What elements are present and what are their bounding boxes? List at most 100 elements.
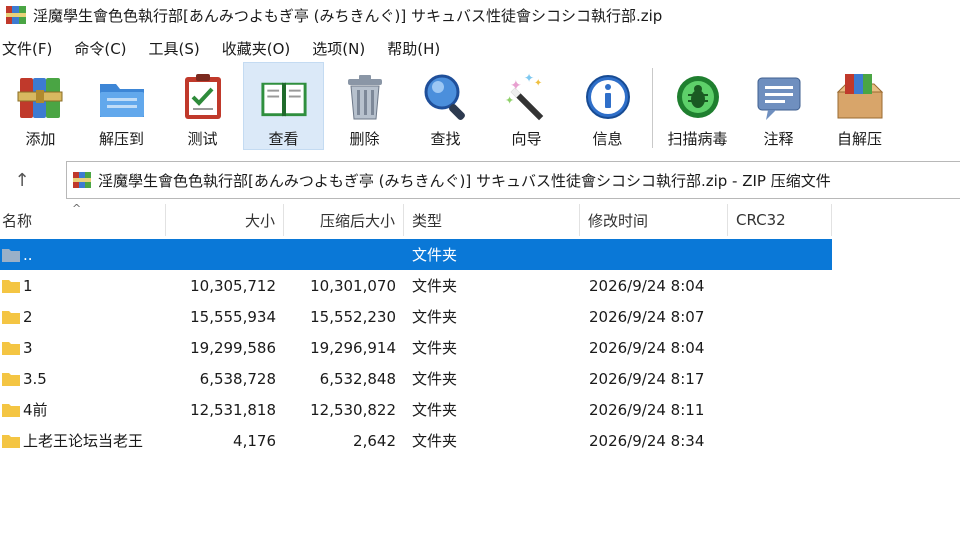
- column-header-type[interactable]: 类型: [404, 204, 580, 236]
- column-name-label: 名称: [2, 211, 33, 230]
- add-button[interactable]: 添加: [0, 62, 81, 150]
- column-header-size[interactable]: 大小: [166, 204, 284, 236]
- comment-button[interactable]: 注释: [738, 62, 819, 150]
- column-crc-label: CRC32: [736, 211, 786, 229]
- row-name: 上老王论坛当老王: [23, 432, 144, 450]
- menu-options[interactable]: 选项(N): [312, 38, 374, 59]
- delete-button[interactable]: 删除: [324, 62, 405, 150]
- folder-icon: [2, 311, 20, 324]
- extract-to-label: 解压到: [98, 130, 144, 148]
- row-name: ..: [23, 245, 33, 264]
- column-header-crc[interactable]: CRC32: [728, 204, 832, 236]
- extract-to-button[interactable]: 解压到: [81, 62, 162, 150]
- row-name: 2: [23, 307, 33, 326]
- column-packed-label: 压缩后大小: [319, 211, 395, 230]
- file-list: 名称 ^ 大小 压缩后大小 类型 修改时间 CRC32 .. 文件夹 1 10,…: [0, 202, 960, 554]
- folder-icon: [2, 249, 20, 262]
- row-modified: 2026/9/24 8:34: [589, 431, 705, 450]
- svg-text:✦: ✦: [510, 78, 522, 94]
- row-packed: 10,301,070: [310, 276, 396, 295]
- folder-extract-icon: [99, 84, 144, 117]
- row-size: 10,305,712: [190, 276, 276, 295]
- row-type: 文件夹: [412, 308, 458, 326]
- delete-label: 删除: [349, 130, 380, 148]
- menu-help[interactable]: 帮助(H): [387, 38, 449, 59]
- scan-virus-button[interactable]: 扫描病毒: [657, 62, 738, 150]
- row-type: 文件夹: [412, 246, 458, 264]
- arrow-up-icon: ↑: [14, 169, 30, 191]
- folder-icon: [2, 280, 20, 293]
- window-title: 淫魔學生會色色執行部[あんみつよもぎ亭 (みちきんぐ)] サキュバス性徒會シコシ…: [33, 6, 663, 25]
- sort-ascending-icon: ^: [72, 202, 82, 215]
- clipboard-check-icon: [184, 74, 221, 119]
- address-bar: ↑ 淫魔學生會色色執行部[あんみつよもぎ亭 (みちきんぐ)] サキュバス性徒會シ…: [0, 160, 960, 200]
- row-size: 19,299,586: [190, 338, 276, 357]
- magnifier-icon: [424, 74, 465, 120]
- row-packed: 6,532,848: [319, 369, 396, 388]
- svg-text:✦: ✦: [534, 78, 542, 89]
- row-type: 文件夹: [412, 277, 458, 295]
- row-packed: 12,530,822: [310, 400, 396, 419]
- column-header-modified[interactable]: 修改时间: [580, 204, 728, 236]
- row-type: 文件夹: [412, 432, 458, 450]
- wizard-label: 向导: [511, 130, 542, 148]
- row-name: 3.5: [23, 369, 47, 388]
- table-row-parent[interactable]: .. 文件夹: [0, 239, 832, 270]
- trash-can-icon: [347, 75, 382, 120]
- menu-favorites[interactable]: 收藏夹(O): [222, 38, 300, 59]
- info-icon: [585, 75, 630, 119]
- row-size: 4,176: [233, 431, 276, 450]
- row-size: 12,531,818: [190, 400, 276, 419]
- row-packed: 2,642: [353, 431, 396, 450]
- add-label: 添加: [25, 130, 56, 148]
- table-row[interactable]: 4前 12,531,818 12,530,822 文件夹 2026/9/24 8…: [0, 394, 960, 425]
- comment-note-icon: [757, 77, 800, 120]
- menu-file[interactable]: 文件(F): [2, 38, 61, 59]
- row-modified: 2026/9/24 8:17: [589, 369, 705, 388]
- svg-text:✦: ✦: [524, 71, 534, 85]
- row-type: 文件夹: [412, 339, 458, 357]
- menu-tools[interactable]: 工具(S): [149, 38, 209, 59]
- row-size: 15,555,934: [190, 307, 276, 326]
- row-modified: 2026/9/24 8:04: [589, 276, 705, 295]
- wizard-button[interactable]: ✦ ✦ ✦ ✦ 向导: [486, 62, 567, 150]
- row-modified: 2026/9/24 8:04: [589, 338, 705, 357]
- column-header-packed[interactable]: 压缩后大小: [284, 204, 404, 236]
- title-bar: 淫魔學生會色色執行部[あんみつよもぎ亭 (みちきんぐ)] サキュバス性徒會シコシ…: [0, 0, 960, 30]
- path-text: 淫魔學生會色色執行部[あんみつよもぎ亭 (みちきんぐ)] サキュバス性徒會シコシ…: [98, 171, 831, 190]
- folder-icon: [2, 435, 20, 448]
- comment-label: 注释: [763, 130, 794, 148]
- menu-bar: 文件(F) 命令(C) 工具(S) 收藏夹(O) 选项(N) 帮助(H): [0, 34, 960, 62]
- winrar-app-icon: [6, 6, 26, 24]
- folder-icon: [2, 342, 20, 355]
- up-folder-button[interactable]: ↑: [0, 160, 44, 200]
- table-row[interactable]: 3.5 6,538,728 6,532,848 文件夹 2026/9/24 8:…: [0, 363, 960, 394]
- path-field[interactable]: 淫魔學生會色色執行部[あんみつよもぎ亭 (みちきんぐ)] サキュバス性徒會シコシ…: [66, 161, 960, 199]
- view-button[interactable]: 查看: [243, 62, 324, 150]
- menu-commands[interactable]: 命令(C): [74, 38, 135, 59]
- row-size: 6,538,728: [199, 369, 276, 388]
- toolbar-separator: [652, 68, 653, 148]
- archive-file-icon: [73, 172, 91, 188]
- archive-books-icon: [17, 78, 62, 118]
- test-button[interactable]: 测试: [162, 62, 243, 150]
- row-packed: 19,296,914: [310, 338, 396, 357]
- sfx-button[interactable]: 自解压: [819, 62, 900, 150]
- row-name: 4前: [23, 401, 48, 419]
- folder-icon: [2, 373, 20, 386]
- column-header-name[interactable]: 名称 ^: [0, 202, 166, 236]
- sfx-box-icon: [836, 74, 883, 119]
- sfx-label: 自解压: [836, 130, 882, 148]
- row-type: 文件夹: [412, 401, 458, 419]
- table-row[interactable]: 上老王论坛当老王 4,176 2,642 文件夹 2026/9/24 8:34: [0, 425, 960, 456]
- svg-text:✦: ✦: [505, 94, 514, 107]
- view-label: 查看: [268, 130, 299, 148]
- info-button[interactable]: 信息: [567, 62, 648, 150]
- column-modified-label: 修改时间: [588, 211, 649, 230]
- find-button[interactable]: 查找: [405, 62, 486, 150]
- table-row[interactable]: 2 15,555,934 15,552,230 文件夹 2026/9/24 8:…: [0, 301, 960, 332]
- table-row[interactable]: 3 19,299,586 19,296,914 文件夹 2026/9/24 8:…: [0, 332, 960, 363]
- row-modified: 2026/9/24 8:11: [589, 400, 705, 419]
- row-packed: 15,552,230: [310, 307, 396, 326]
- table-row[interactable]: 1 10,305,712 10,301,070 文件夹 2026/9/24 8:…: [0, 270, 960, 301]
